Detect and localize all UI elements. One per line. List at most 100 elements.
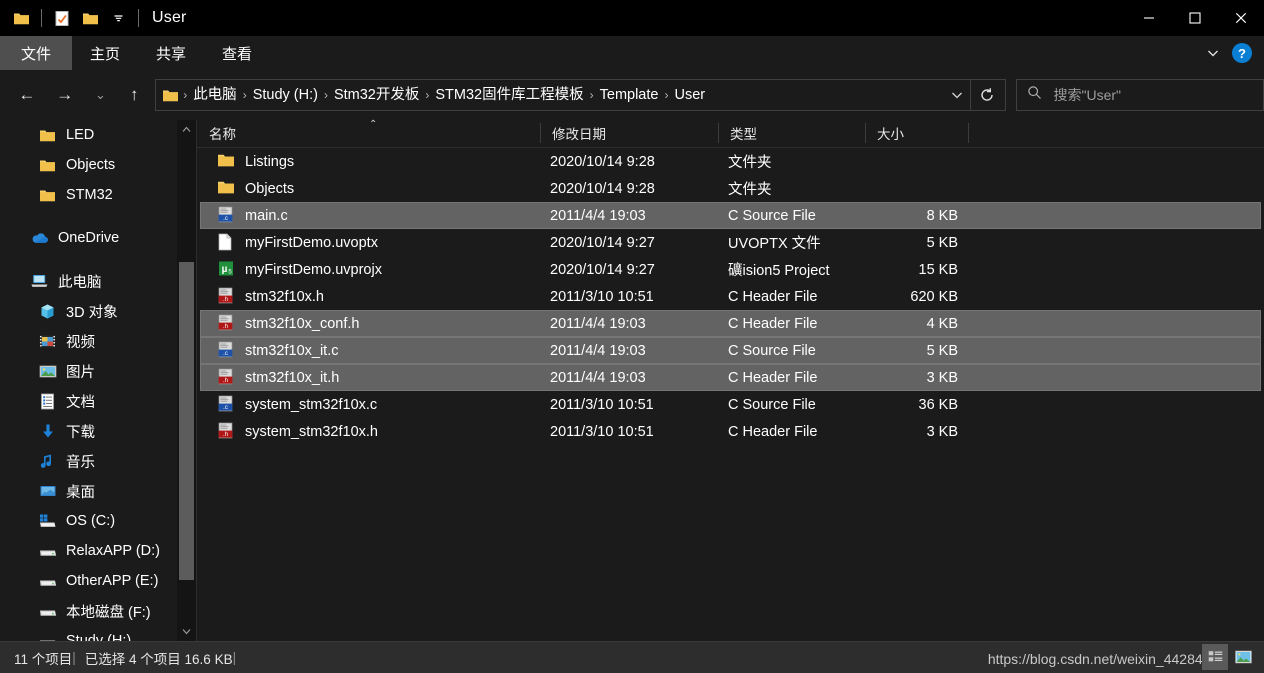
- qat-new-folder-icon[interactable]: [77, 5, 103, 31]
- sidebar-item-stm32[interactable]: STM32: [0, 180, 176, 210]
- column-header-spacer[interactable]: [968, 119, 1048, 147]
- maximize-button[interactable]: [1172, 0, 1218, 36]
- music-icon: [38, 452, 57, 471]
- file-list-pane: ⌃ 名称 修改日期 类型 大小 Listings 2020/10/14 9:28…: [197, 120, 1264, 641]
- qat-properties-icon[interactable]: [49, 5, 75, 31]
- sidebar-item-os-c[interactable]: OS (C:): [0, 506, 176, 536]
- breadcrumb-item-2[interactable]: Stm32开发板: [329, 80, 424, 110]
- up-button[interactable]: ↑: [119, 80, 149, 110]
- breadcrumb-item-4[interactable]: Template: [595, 80, 664, 110]
- file-date: 2011/3/10 10:51: [550, 423, 654, 440]
- file-type: 文件夹: [728, 182, 772, 198]
- qat-separator-2: [138, 9, 139, 27]
- recent-locations-button[interactable]: ⌄: [86, 80, 116, 110]
- sidebar-item-onedrive[interactable]: OneDrive: [0, 223, 176, 253]
- sidebar-item-videos[interactable]: 视频: [0, 326, 176, 356]
- quick-access-toolbar: [0, 0, 144, 36]
- sidebar-item-study-h[interactable]: Study (H:): [0, 626, 176, 641]
- breadcrumb: › 此电脑 › Study (H:) › Stm32开发板 › STM32固件库…: [182, 80, 943, 110]
- file-name: stm32f10x_conf.h: [245, 315, 360, 332]
- table-row[interactable]: .h stm32f10x_conf.h 2011/4/4 19:03 C Hea…: [200, 310, 1261, 337]
- sidebar-item-led[interactable]: LED: [0, 120, 176, 150]
- forward-button[interactable]: →: [50, 80, 80, 110]
- file-date: 2020/10/14 9:28: [550, 153, 655, 170]
- search-input[interactable]: 搜索"User": [1054, 85, 1122, 105]
- breadcrumb-item-5[interactable]: User: [669, 80, 710, 110]
- tab-view[interactable]: 查看: [204, 36, 270, 70]
- breadcrumb-item-1[interactable]: Study (H:): [248, 80, 323, 110]
- sidebar-item-documents[interactable]: 文档: [0, 386, 176, 416]
- sidebar-item-relaxapp-d[interactable]: RelaxAPP (D:): [0, 536, 176, 566]
- column-header-type[interactable]: 类型: [718, 119, 865, 147]
- close-button[interactable]: [1218, 0, 1264, 36]
- svg-text:.h: .h: [223, 324, 228, 330]
- table-row[interactable]: myFirstDemo.uvoptx 2020/10/14 9:27 UVOPT…: [200, 229, 1261, 256]
- drive-icon: [38, 632, 57, 641]
- sidebar-item-3d-objects[interactable]: 3D 对象: [0, 296, 176, 326]
- table-row[interactable]: Listings 2020/10/14 9:28 文件夹: [200, 148, 1261, 175]
- file-size: 3 KB: [926, 369, 958, 386]
- table-row[interactable]: .h stm32f10x_it.h 2011/4/4 19:03 C Heade…: [200, 364, 1261, 391]
- table-row[interactable]: .c main.c 2011/4/4 19:03 C Source File 8…: [200, 202, 1261, 229]
- file-date: 2020/10/14 9:27: [550, 261, 655, 278]
- breadcrumb-folder-icon: [158, 88, 182, 103]
- tab-file[interactable]: 文件: [0, 36, 72, 70]
- file-type: C Source File: [728, 207, 816, 224]
- file-name: system_stm32f10x.c: [245, 396, 378, 413]
- sidebar-item-label: STM32: [66, 187, 113, 203]
- scroll-up-arrow-icon[interactable]: [177, 120, 196, 139]
- navigation-scrollbar[interactable]: [177, 120, 196, 641]
- sidebar-item-otherapp-e[interactable]: OtherAPP (E:): [0, 566, 176, 596]
- scrollbar-thumb[interactable]: [179, 262, 194, 580]
- sidebar-item-downloads[interactable]: 下载: [0, 416, 176, 446]
- refresh-icon[interactable]: [971, 87, 1003, 103]
- sidebar-item-this-pc[interactable]: 此电脑: [0, 266, 176, 296]
- back-button[interactable]: ←: [12, 80, 42, 110]
- tab-share[interactable]: 共享: [138, 36, 204, 70]
- column-header-size[interactable]: 大小: [865, 119, 968, 147]
- sidebar-item-pictures[interactable]: 图片: [0, 356, 176, 386]
- large-icons-view-button[interactable]: [1230, 644, 1256, 670]
- c-header-icon: .h: [217, 422, 237, 442]
- qat-folder-icon[interactable]: [8, 5, 34, 31]
- address-dropdown-chevron-down-icon[interactable]: [944, 88, 970, 102]
- table-row[interactable]: .h system_stm32f10x.h 2011/3/10 10:51 C …: [200, 418, 1261, 445]
- scroll-down-arrow-icon[interactable]: [177, 622, 196, 641]
- status-separator-1: |: [72, 650, 76, 665]
- svg-text:.h: .h: [223, 378, 228, 384]
- breadcrumb-bar[interactable]: › 此电脑 › Study (H:) › Stm32开发板 › STM32固件库…: [155, 79, 1006, 111]
- svg-text:.c: .c: [223, 405, 228, 411]
- table-row[interactable]: µ 5 myFirstDemo.uvprojx 2020/10/14 9:27 …: [200, 256, 1261, 283]
- minimize-button[interactable]: [1126, 0, 1172, 36]
- tab-home[interactable]: 主页: [72, 36, 138, 70]
- expand-ribbon-chevron-down-icon[interactable]: [1202, 42, 1224, 64]
- help-button[interactable]: ?: [1232, 43, 1252, 63]
- column-header-date-modified[interactable]: 修改日期: [540, 119, 718, 147]
- breadcrumb-item-3[interactable]: STM32固件库工程模板: [430, 80, 588, 110]
- c-source-icon: .c: [217, 206, 237, 226]
- sidebar-item-desktop[interactable]: 桌面: [0, 476, 176, 506]
- breadcrumb-item-0[interactable]: 此电脑: [188, 80, 242, 110]
- sidebar-item-label: 文档: [66, 394, 95, 411]
- details-view-button[interactable]: [1202, 644, 1228, 670]
- sidebar-item-music[interactable]: 音乐: [0, 446, 176, 476]
- table-row[interactable]: .c system_stm32f10x.c 2011/3/10 10:51 C …: [200, 391, 1261, 418]
- file-type: C Header File: [728, 423, 818, 440]
- table-row[interactable]: Objects 2020/10/14 9:28 文件夹: [200, 175, 1261, 202]
- file-explorer-window: User 文件 主页 共享 查看 ? ← → ⌄ ↑ › 此电脑 › Study…: [0, 0, 1264, 673]
- qat-customize-caret-icon[interactable]: [105, 5, 131, 31]
- column-label: 大小: [877, 127, 904, 142]
- folder-icon: [217, 179, 237, 199]
- sidebar-item-local-disk-f[interactable]: 本地磁盘 (F:): [0, 596, 176, 626]
- sort-ascending-icon: ⌃: [369, 119, 378, 130]
- file-size: 5 KB: [926, 234, 958, 251]
- onedrive-icon: [30, 229, 49, 248]
- search-box[interactable]: 搜索"User": [1015, 79, 1264, 111]
- column-header-name[interactable]: ⌃ 名称: [197, 119, 540, 147]
- 3d-objects-icon: [38, 302, 57, 321]
- table-row[interactable]: .h stm32f10x.h 2011/3/10 10:51 C Header …: [200, 283, 1261, 310]
- sidebar-item-label: OneDrive: [58, 230, 120, 246]
- table-row[interactable]: .c stm32f10x_it.c 2011/4/4 19:03 C Sourc…: [200, 337, 1261, 364]
- sidebar-item-objects[interactable]: Objects: [0, 150, 176, 180]
- navigation-pane: LED Objects STM32 OneDrive 此电脑 3D 对象 视频 …: [0, 120, 196, 641]
